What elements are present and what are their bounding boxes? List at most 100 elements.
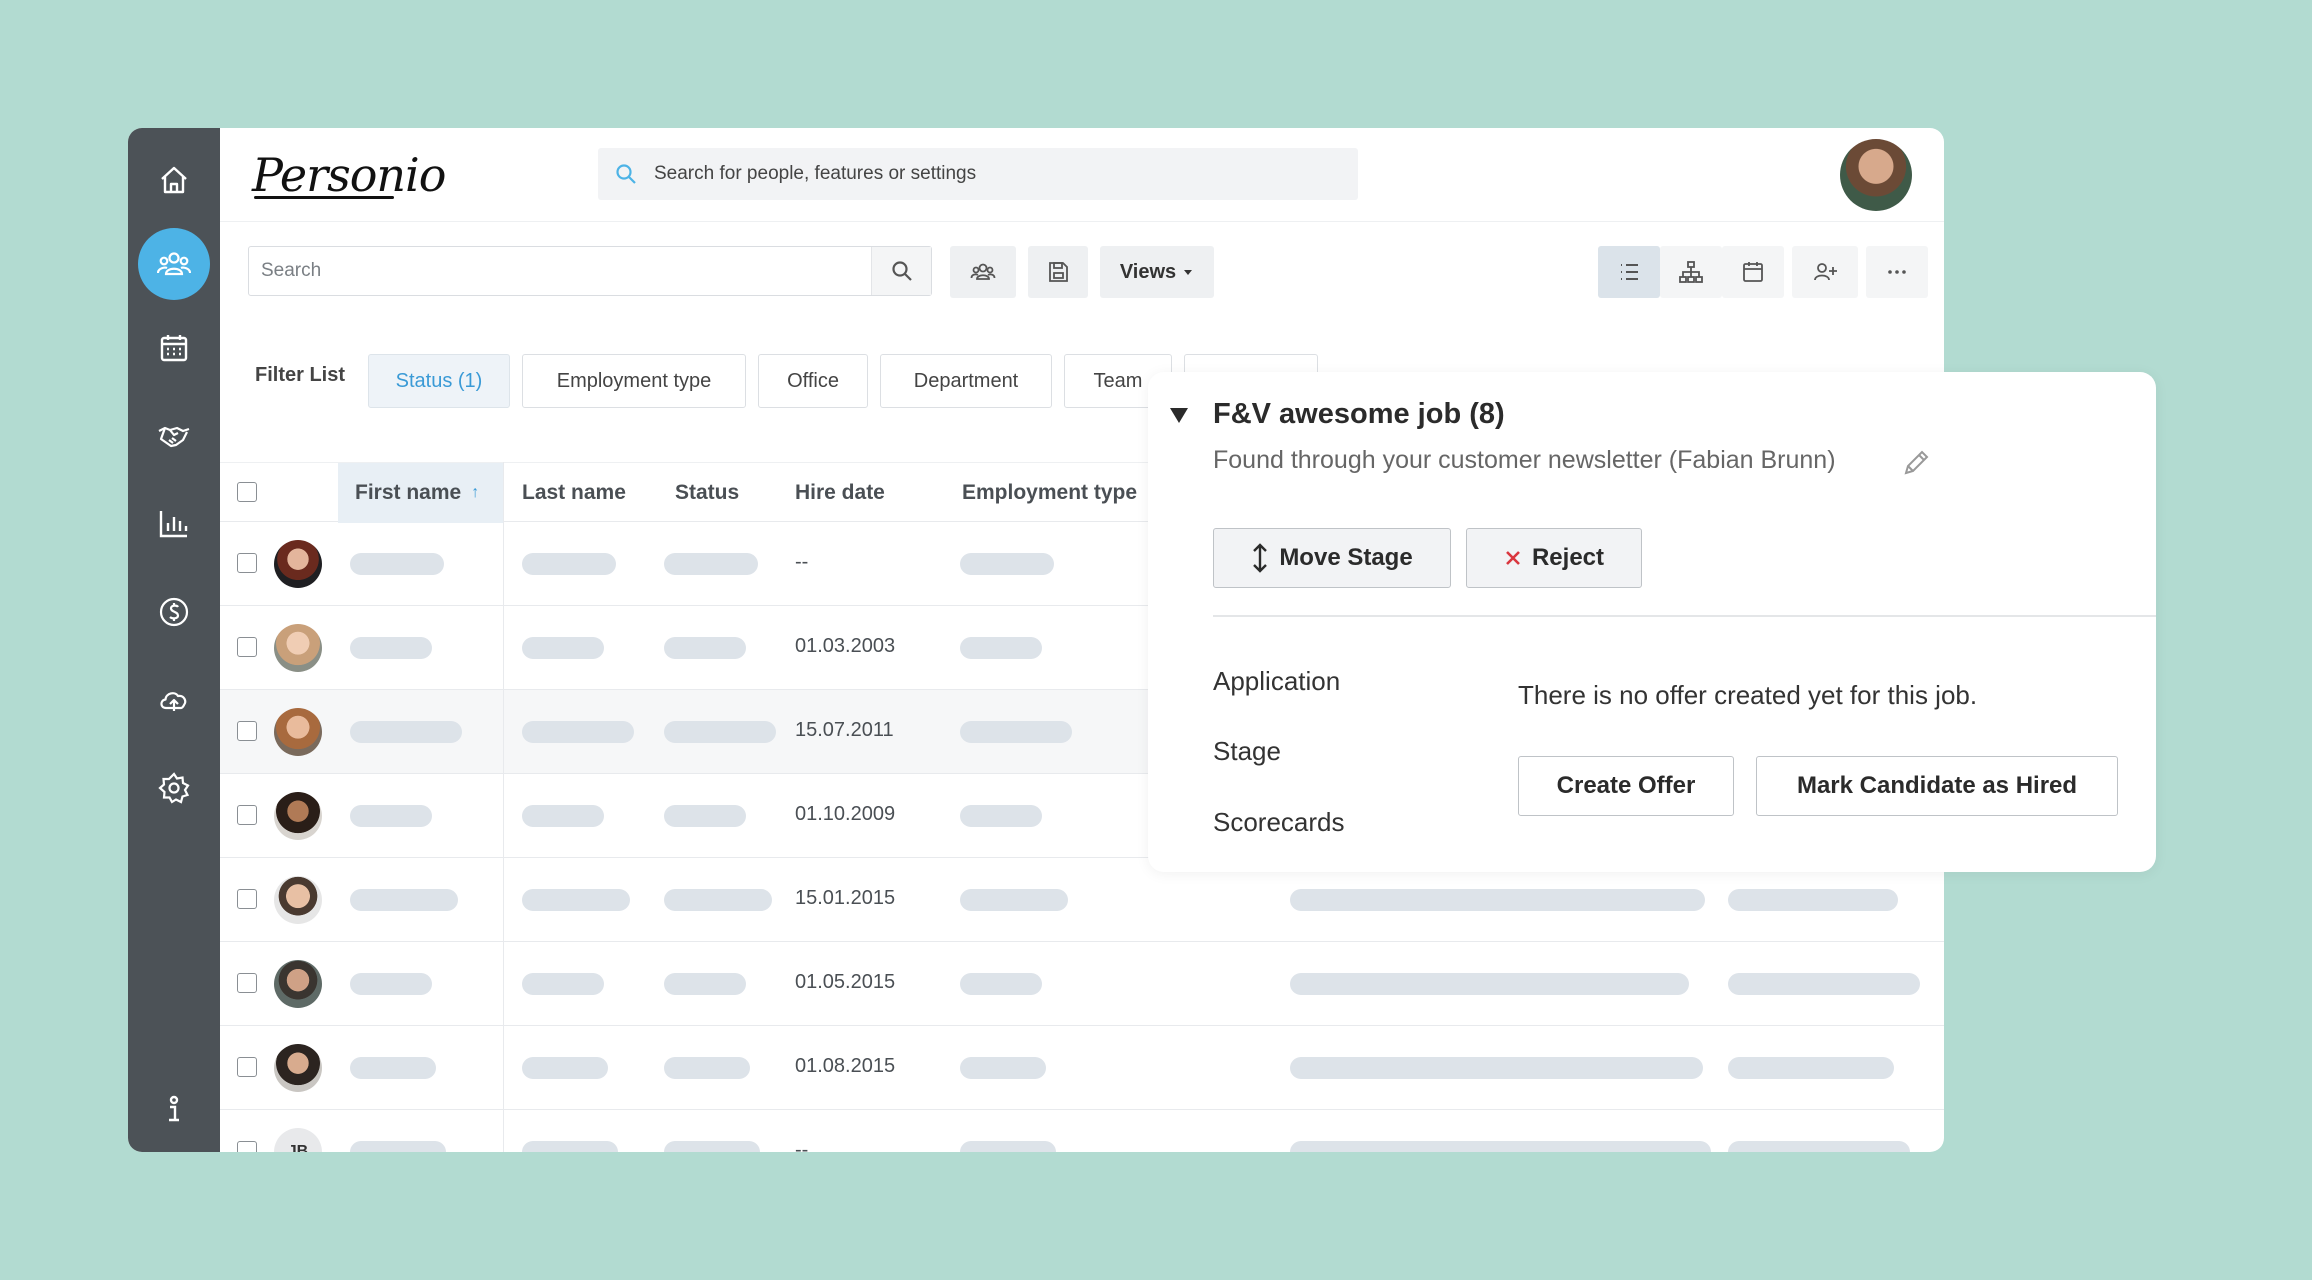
table-row[interactable]: 01.08.2015 [220, 1026, 1944, 1110]
filter-department[interactable]: Department [880, 354, 1052, 408]
row-checkbox[interactable] [237, 721, 257, 741]
placeholder-last-name [522, 1057, 608, 1079]
placeholder-last-name [522, 973, 604, 995]
table-row[interactable]: JB -- [220, 1110, 1944, 1152]
placeholder-employment-type [960, 721, 1072, 743]
sidebar-item-settings[interactable] [144, 758, 204, 818]
filter-list-label: Filter List [255, 364, 346, 386]
hire-date: 15.07.2011 [795, 719, 894, 741]
close-icon [1506, 551, 1520, 565]
calendar-icon [160, 335, 188, 362]
filter-office[interactable]: Office [758, 354, 868, 408]
sidebar-item-payroll[interactable] [144, 582, 204, 642]
column-status[interactable]: Status [675, 463, 739, 523]
column-hire-date[interactable]: Hire date [795, 463, 885, 523]
placeholder-last-name [522, 553, 616, 575]
groups-button[interactable] [950, 246, 1016, 298]
global-search-placeholder: Search for people, features or settings [654, 163, 977, 184]
row-checkbox[interactable] [237, 973, 257, 993]
sidebar-item-info[interactable] [144, 1080, 204, 1140]
filter-status[interactable]: Status (1) [368, 354, 510, 408]
sidebar-item-home[interactable] [144, 150, 204, 210]
row-checkbox[interactable] [237, 889, 257, 909]
people-icon [157, 252, 191, 276]
placeholder-last-name [522, 637, 604, 659]
global-search[interactable]: Search for people, features or settings [598, 148, 1358, 200]
row-checkbox[interactable] [237, 553, 257, 573]
list-search-input[interactable] [249, 247, 869, 295]
placeholder-cell [1585, 1057, 1703, 1079]
views-label: Views [1119, 260, 1177, 283]
add-user-icon [1814, 263, 1837, 281]
create-offer-button[interactable]: Create Offer [1518, 756, 1734, 816]
save-icon [1049, 262, 1068, 282]
sort-ascending-icon: ↑ [471, 484, 480, 501]
bar-chart-icon [159, 511, 188, 538]
placeholder-first-name [350, 973, 432, 995]
list-view-button[interactable] [1598, 246, 1660, 298]
placeholder-employment-type [960, 637, 1042, 659]
search-icon [891, 261, 912, 281]
placeholder-employment-type [960, 889, 1068, 911]
sidebar-item-reports[interactable] [144, 494, 204, 554]
views-dropdown[interactable]: Views [1100, 246, 1214, 298]
table-row[interactable]: 01.05.2015 [220, 942, 1944, 1026]
collapse-triangle-icon[interactable] [1170, 408, 1188, 423]
hire-date: 01.10.2009 [795, 803, 896, 825]
placeholder-first-name [350, 637, 432, 659]
placeholder-status [664, 889, 772, 911]
reject-button[interactable]: Reject [1466, 528, 1642, 588]
org-chart-icon [1679, 261, 1703, 283]
move-stage-button[interactable]: Move Stage [1213, 528, 1451, 588]
placeholder-cell [1585, 889, 1705, 911]
calendar-view-button[interactable] [1722, 246, 1784, 298]
placeholder-status [664, 1057, 750, 1079]
placeholder-cell [1728, 1057, 1894, 1079]
placeholder-employment-type [960, 1141, 1056, 1152]
avatar [274, 624, 322, 672]
avatar [274, 1044, 322, 1092]
mark-hired-button[interactable]: Mark Candidate as Hired [1756, 756, 2118, 816]
more-icon [1888, 270, 1906, 274]
column-employment-type[interactable]: Employment type [962, 463, 1137, 523]
row-checkbox[interactable] [237, 1057, 257, 1077]
row-checkbox[interactable] [237, 1141, 257, 1152]
column-last-name[interactable]: Last name [522, 463, 626, 523]
link-stage[interactable]: Stage [1213, 736, 1281, 767]
hire-date: 01.05.2015 [795, 971, 896, 993]
placeholder-status [664, 805, 746, 827]
user-avatar[interactable] [1840, 139, 1912, 211]
placeholder-status [664, 637, 746, 659]
panel-divider [1213, 615, 2156, 617]
hire-date: 01.08.2015 [795, 1055, 896, 1077]
link-scorecards[interactable]: Scorecards [1213, 807, 1345, 838]
list-search-button[interactable] [871, 247, 931, 295]
more-options-button[interactable] [1866, 246, 1928, 298]
org-chart-button[interactable] [1660, 246, 1722, 298]
edit-pencil-icon[interactable] [1900, 447, 1932, 479]
row-checkbox[interactable] [237, 637, 257, 657]
placeholder-first-name [350, 721, 462, 743]
sidebar-item-uploads[interactable] [144, 670, 204, 730]
placeholder-employment-type [960, 973, 1042, 995]
column-first-name[interactable]: First name ↑ [338, 463, 504, 523]
move-stage-label: Move Stage [1279, 544, 1413, 571]
toolbar: Views [220, 222, 1944, 312]
row-checkbox[interactable] [237, 805, 257, 825]
select-all-checkbox[interactable] [237, 482, 257, 502]
add-person-button[interactable] [1792, 246, 1858, 298]
list-search [248, 246, 932, 296]
sidebar-item-recruiting[interactable] [144, 406, 204, 466]
handshake-icon [158, 426, 190, 448]
chevron-down-icon [1184, 270, 1193, 275]
placeholder-employment-type [960, 1057, 1046, 1079]
sidebar-item-calendar[interactable] [144, 318, 204, 378]
filter-employment-type[interactable]: Employment type [522, 354, 746, 408]
link-application[interactable]: Application [1213, 666, 1340, 697]
placeholder-first-name [350, 553, 444, 575]
placeholder-cell [1728, 889, 1898, 911]
save-view-button[interactable] [1028, 246, 1088, 298]
placeholder-status [664, 721, 776, 743]
sidebar-item-people[interactable] [138, 228, 210, 300]
placeholder-last-name [522, 805, 604, 827]
